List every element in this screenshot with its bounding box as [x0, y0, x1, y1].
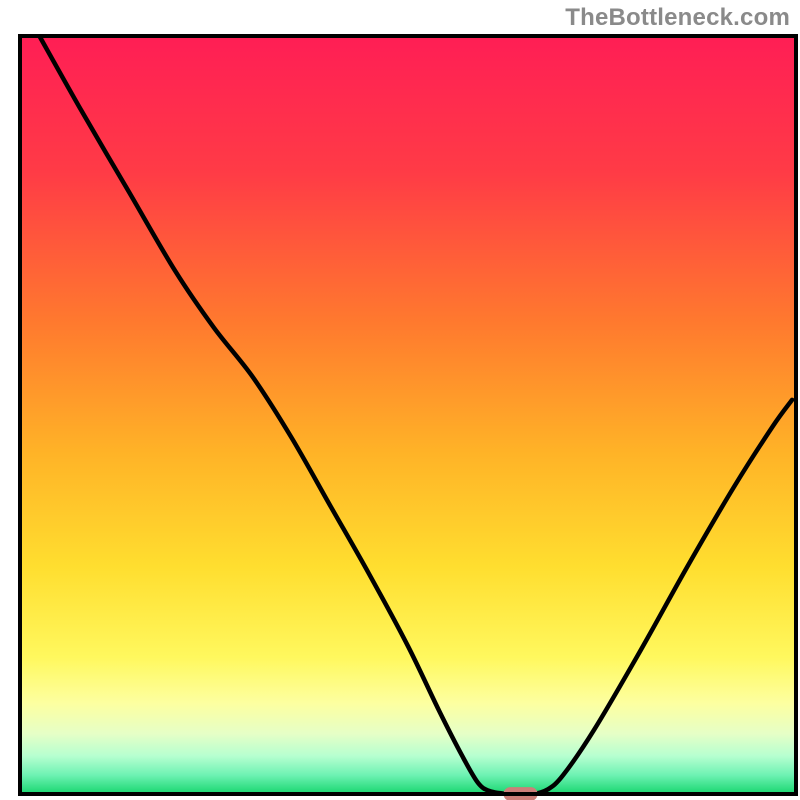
bottleneck-chart: TheBottleneck.com	[0, 0, 800, 800]
chart-svg	[0, 0, 800, 800]
gradient-background	[20, 36, 796, 794]
attribution-label: TheBottleneck.com	[565, 4, 790, 32]
